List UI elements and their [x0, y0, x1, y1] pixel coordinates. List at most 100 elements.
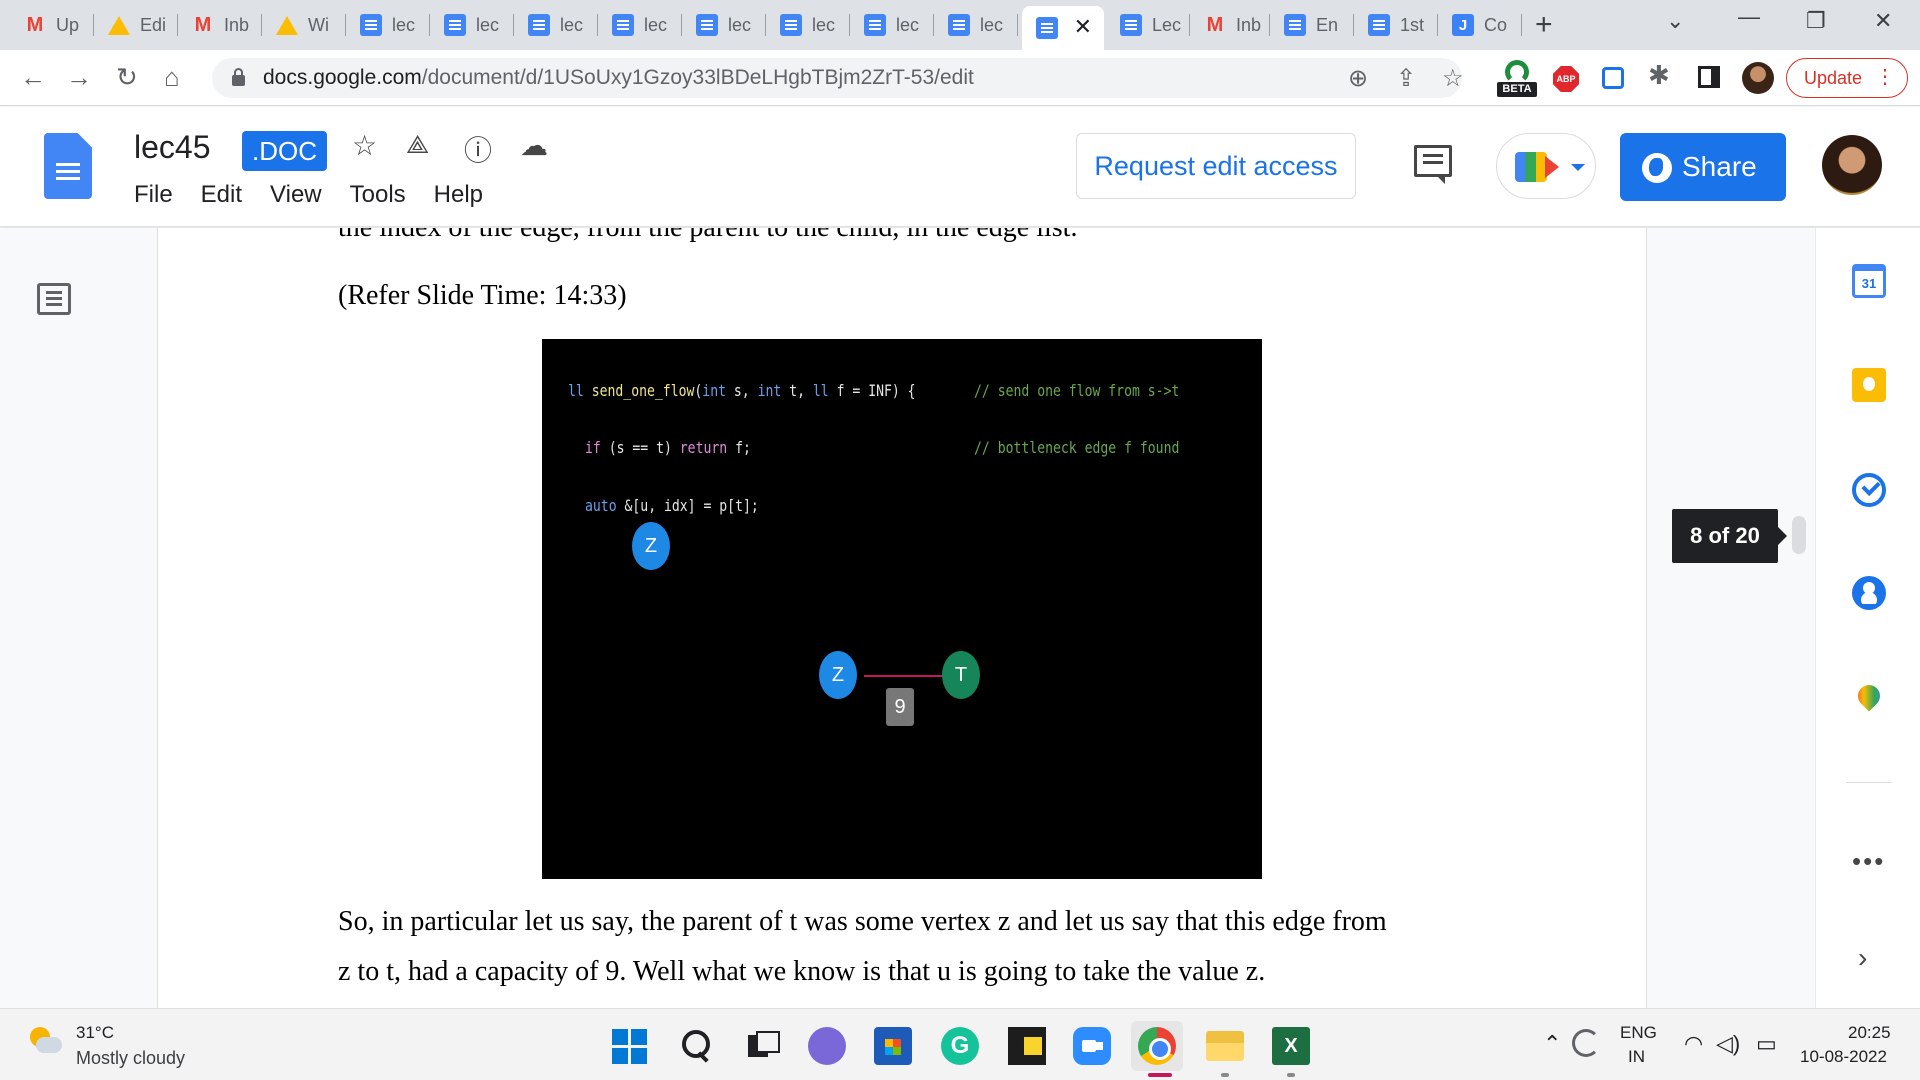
wifi-icon[interactable]: ◠ — [1684, 1031, 1703, 1057]
cloud-status-icon[interactable]: ☁ — [520, 129, 548, 162]
zoom-icon[interactable]: ⊕ — [1348, 64, 1368, 93]
update-label: Update — [1804, 67, 1863, 88]
tab-search-chevron-icon[interactable]: ⌄ — [1666, 8, 1684, 34]
tab-label: En — [1316, 14, 1339, 35]
forward-arrow-icon[interactable]: → — [66, 62, 92, 92]
tab-gmail-up[interactable]: M Up — [10, 8, 94, 42]
tab-gmail-inbox-2[interactable]: M Inb — [1190, 8, 1270, 42]
share-page-icon[interactable]: ⇪ — [1396, 64, 1416, 93]
scrollbar-thumb[interactable] — [1792, 516, 1806, 554]
bookmark-star-icon[interactable]: ☆ — [1442, 64, 1464, 93]
menu-help[interactable]: Help — [420, 177, 497, 213]
maps-icon[interactable] — [1852, 683, 1886, 717]
close-tab-icon[interactable]: ✕ — [1074, 14, 1092, 40]
excel-icon[interactable]: X — [1272, 1027, 1310, 1065]
adblock-plus-icon[interactable]: ABP — [1553, 66, 1579, 92]
tasks-icon[interactable] — [1852, 473, 1886, 507]
clock-date[interactable]: 10-08-2022 — [1800, 1047, 1887, 1067]
weather-temperature[interactable]: 31°C — [76, 1023, 114, 1043]
partly-cloudy-icon[interactable] — [28, 1027, 62, 1055]
side-panel-icon[interactable] — [1698, 66, 1720, 88]
extensions-puzzle-icon[interactable]: ✱ — [1648, 60, 1670, 91]
meet-button[interactable] — [1496, 133, 1596, 199]
tab-doc[interactable]: lec — [766, 8, 850, 42]
account-avatar[interactable] — [1822, 135, 1882, 195]
code-line-1: ll send_one_flow(int s, int t, ll f = IN… — [568, 381, 916, 400]
request-edit-access-button[interactable]: Request edit access — [1076, 133, 1356, 199]
contacts-icon[interactable] — [1852, 576, 1886, 610]
restore-button[interactable]: ❐ — [1806, 8, 1826, 34]
address-bar[interactable]: docs.google.com/document/d/1USoUxy1Gzoy3… — [212, 58, 1464, 98]
sticky-notes-icon[interactable] — [1008, 1027, 1046, 1065]
minimize-button[interactable]: — — [1738, 4, 1760, 30]
google-docs-logo-icon[interactable] — [44, 133, 92, 199]
grammarly-beta-extension-icon[interactable]: BETA — [1497, 58, 1537, 98]
weather-description[interactable]: Mostly cloudy — [76, 1048, 185, 1069]
chrome-profile-avatar[interactable] — [1742, 62, 1774, 94]
close-window-button[interactable]: ✕ — [1874, 8, 1892, 34]
paragraph-parent-of-t: So, in particular let us say, the parent… — [338, 906, 1387, 937]
tab-active-lec45[interactable]: ✕ — [1022, 6, 1104, 50]
explorer-running-indicator — [1221, 1073, 1229, 1077]
battery-icon[interactable]: ▭ — [1756, 1031, 1777, 1057]
menu-view[interactable]: View — [256, 177, 336, 213]
sync-icon[interactable] — [1572, 1029, 1600, 1057]
new-tab-button[interactable]: + — [1535, 10, 1553, 40]
docs-icon — [1284, 14, 1306, 36]
tab-doc[interactable]: lec — [430, 8, 514, 42]
more-horizontal-icon[interactable]: ••• — [1852, 846, 1885, 877]
tab-drive-wi[interactable]: Wi — [262, 8, 346, 42]
tab-doc[interactable]: lec — [850, 8, 934, 42]
chevron-right-icon[interactable]: › — [1858, 942, 1867, 974]
code-comment-2: // bottleneck edge f found — [974, 438, 1180, 457]
menu-file[interactable]: File — [120, 177, 187, 213]
input-language[interactable]: ENG — [1620, 1023, 1657, 1043]
tab-doc-lec[interactable]: Lec — [1106, 8, 1190, 42]
star-icon[interactable]: ☆ — [352, 129, 377, 162]
tab-doc[interactable]: lec — [514, 8, 598, 42]
task-view-icon[interactable] — [742, 1027, 780, 1065]
update-chrome-button[interactable]: Update ⋮ — [1786, 58, 1908, 98]
docs-header: lec45 .DOC ☆ ⟁ ⓘ ☁ File Edit View Tools … — [0, 107, 1920, 227]
keep-icon[interactable] — [1852, 368, 1886, 402]
document-outline-icon[interactable] — [37, 283, 71, 315]
grammarly-icon[interactable]: G — [941, 1027, 979, 1065]
tab-doc[interactable]: lec — [682, 8, 766, 42]
tab-doc[interactable]: lec — [598, 8, 682, 42]
excel-running-indicator — [1287, 1073, 1295, 1077]
document-title[interactable]: lec45 — [134, 129, 211, 166]
show-hidden-icons-chevron-icon[interactable]: ⌃ — [1543, 1031, 1561, 1057]
globe-icon — [1642, 153, 1672, 183]
windows-start-icon[interactable] — [612, 1029, 648, 1065]
comment-history-icon[interactable] — [1414, 145, 1452, 184]
input-region[interactable]: IN — [1628, 1047, 1645, 1067]
tab-doc[interactable]: lec — [934, 8, 1018, 42]
tab-gmail-inbox[interactable]: M Inb — [178, 8, 262, 42]
tab-drive-edit[interactable]: Edi — [94, 8, 178, 42]
screen-capture-extension-icon[interactable] — [1602, 67, 1624, 89]
calendar-icon[interactable]: 31 — [1852, 264, 1886, 298]
info-icon[interactable]: ⓘ — [464, 129, 492, 169]
home-icon[interactable]: ⌂ — [164, 62, 180, 92]
tab-jamboard-co[interactable]: J Co — [1438, 8, 1522, 42]
tab-doc-1st[interactable]: 1st — [1354, 8, 1438, 42]
back-arrow-icon[interactable]: ← — [20, 62, 46, 92]
tab-doc-en[interactable]: En — [1270, 8, 1354, 42]
search-icon[interactable] — [678, 1027, 716, 1065]
volume-icon[interactable]: ◁) — [1716, 1031, 1740, 1057]
tab-doc[interactable]: lec — [346, 8, 430, 42]
teams-chat-icon[interactable] — [808, 1027, 846, 1065]
zoom-app-icon[interactable] — [1073, 1027, 1111, 1065]
browser-toolbar: ← → ↻ ⌂ docs.google.com/document/d/1USoU… — [0, 50, 1920, 106]
menu-tools[interactable]: Tools — [336, 177, 420, 213]
move-to-drive-icon[interactable]: ⟁ — [406, 129, 429, 161]
share-button[interactable]: Share — [1620, 133, 1786, 201]
slide-image: ll send_one_flow(int s, int t, ll f = IN… — [542, 339, 1262, 879]
tab-label: Inb — [1236, 14, 1262, 35]
file-explorer-icon[interactable] — [1206, 1031, 1244, 1061]
chrome-icon[interactable] — [1138, 1027, 1176, 1065]
reload-icon[interactable]: ↻ — [116, 62, 138, 92]
microsoft-store-icon[interactable] — [874, 1027, 912, 1065]
clock-time[interactable]: 20:25 — [1848, 1023, 1891, 1043]
menu-edit[interactable]: Edit — [187, 177, 256, 213]
